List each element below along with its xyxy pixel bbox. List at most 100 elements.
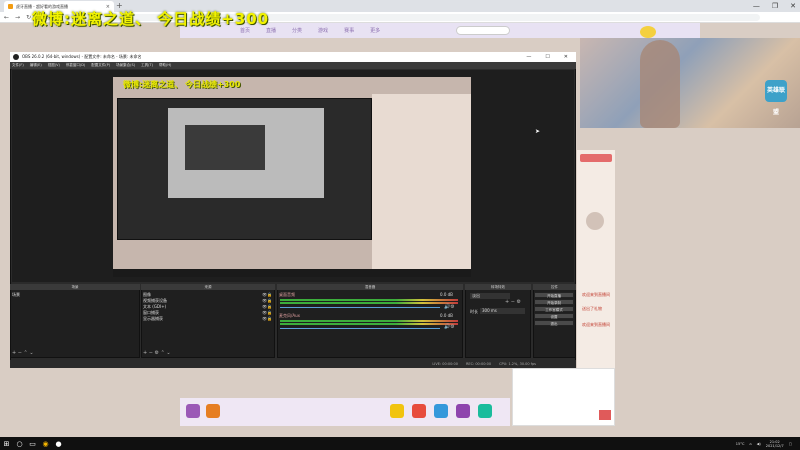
mixer-channel-name: 桌面音频 bbox=[279, 292, 295, 297]
system-tray: 15°C ⌂ ◀) 21:02 2021/12/7 ▢ bbox=[736, 440, 800, 448]
volume-slider[interactable] bbox=[280, 307, 440, 308]
menu-item[interactable]: 停靠窗口(D) bbox=[66, 63, 85, 68]
source-tools[interactable]: + − ⚙ ⌃ ⌄ bbox=[143, 350, 171, 356]
obs-minimize-button[interactable]: — bbox=[526, 54, 531, 60]
clock-date: 2021/12/7 bbox=[765, 443, 784, 448]
mixer-channel-name: 麦克风/Aux bbox=[279, 313, 300, 318]
speaker-icon[interactable]: 🔊⚙ bbox=[444, 304, 455, 310]
obs-close-button[interactable]: ✕ bbox=[564, 54, 568, 60]
start-streaming-button[interactable]: 开始直播 bbox=[534, 292, 574, 298]
site-search-input[interactable] bbox=[456, 26, 510, 35]
task-view-icon[interactable]: ▭ bbox=[26, 437, 39, 450]
exit-button[interactable]: 退出 bbox=[534, 320, 574, 326]
weather-text: 15°C bbox=[735, 441, 745, 446]
settings-button[interactable]: 设置 bbox=[534, 313, 574, 319]
menu-item[interactable]: 视图(V) bbox=[48, 63, 60, 68]
gift-icon[interactable] bbox=[434, 404, 448, 418]
mixer-title: 混音器 bbox=[277, 284, 463, 290]
user-avatar[interactable] bbox=[640, 26, 656, 38]
obs-title: OBS 26.0.2 (64-bit, windows) - 配置文件: 未命名… bbox=[22, 54, 142, 59]
status-cpu: CPU: 1.2%, 30.00 fps bbox=[499, 362, 536, 366]
tab-favicon-icon bbox=[8, 4, 13, 9]
mixer-channel-db: 0.0 dB bbox=[440, 313, 453, 318]
minimize-button[interactable]: — bbox=[753, 0, 760, 12]
network-icon[interactable]: ⌂ bbox=[749, 442, 751, 446]
banner-logo: 英雄联盟 bbox=[765, 80, 787, 116]
audio-meter bbox=[280, 320, 458, 322]
scenes-title: 场景 bbox=[10, 284, 140, 290]
speaker-icon[interactable]: 🔊⚙ bbox=[444, 324, 455, 330]
status-live: LIVE: 00:00:00 bbox=[432, 362, 458, 366]
gift-icon[interactable] bbox=[186, 404, 200, 418]
forward-icon[interactable]: → bbox=[15, 14, 20, 21]
back-icon[interactable]: ← bbox=[4, 14, 9, 21]
volume-slider[interactable] bbox=[280, 328, 440, 329]
nav-item[interactable]: 更多 bbox=[370, 27, 380, 34]
obs-titlebar: OBS 26.0.2 (64-bit, windows) - 配置文件: 未命名… bbox=[10, 52, 576, 62]
mixer-channel-db: 0.0 dB bbox=[440, 292, 453, 297]
duration-label: 时长 bbox=[470, 309, 478, 314]
menu-item[interactable]: 文件(F) bbox=[12, 63, 24, 68]
mouse-cursor-icon: ➤ bbox=[535, 128, 541, 135]
windows-start-icon[interactable]: ⊞ bbox=[0, 437, 13, 450]
source-item[interactable]: 显示器捕获 bbox=[143, 316, 163, 322]
start-recording-button[interactable]: 开始录制 bbox=[534, 299, 574, 305]
obs-taskbar-icon[interactable]: ● bbox=[52, 437, 65, 450]
status-rec: REC: 00:00:00 bbox=[465, 362, 492, 366]
window-controls: — ❐ ✕ bbox=[753, 0, 796, 12]
maximize-button[interactable]: ❐ bbox=[772, 0, 778, 12]
chat-send-button[interactable] bbox=[599, 410, 611, 420]
audio-meter bbox=[280, 299, 458, 301]
obs-logo-icon bbox=[13, 54, 19, 60]
audio-meter bbox=[280, 302, 458, 304]
menu-item[interactable]: 工具(T) bbox=[141, 63, 153, 68]
gift-icon[interactable] bbox=[456, 404, 470, 418]
studio-mode-button[interactable]: 工作室模式 bbox=[534, 306, 574, 312]
preview-taskbar bbox=[113, 269, 471, 277]
preview-overlay-text: 微博:迷离之道、 今日战绩+300 bbox=[123, 80, 241, 89]
sources-title: 来源 bbox=[141, 284, 275, 290]
menu-item[interactable]: 配置文件(P) bbox=[91, 63, 110, 68]
scene-tools[interactable]: + − ⌃ ⌄ bbox=[12, 350, 34, 356]
gift-icon[interactable] bbox=[412, 404, 426, 418]
notification-icon[interactable]: ▢ bbox=[789, 442, 792, 446]
gift-icon[interactable] bbox=[206, 404, 220, 418]
nav-item[interactable]: 游戏 bbox=[318, 27, 328, 34]
chrome-icon[interactable]: ◉ bbox=[39, 437, 52, 450]
obs-menubar: 文件(F) 编辑(E) 视图(V) 停靠窗口(D) 配置文件(P) 场景集合(S… bbox=[10, 62, 576, 69]
volume-icon[interactable]: ◀) bbox=[757, 442, 761, 446]
transitions-title: 转场特效 bbox=[465, 284, 531, 290]
chat-panel bbox=[577, 150, 615, 380]
stream-overlay-text: 微博:迷离之道、 今日战绩+300 bbox=[32, 10, 270, 28]
obs-maximize-button[interactable]: ☐ bbox=[545, 54, 549, 60]
menu-item[interactable]: 场景集合(S) bbox=[116, 63, 135, 68]
search-icon[interactable]: ○ bbox=[13, 437, 26, 450]
windows-taskbar: ⊞ ○ ▭ ◉ ● 15°C ⌂ ◀) 21:02 2021/12/7 ▢ bbox=[0, 437, 800, 450]
duration-input[interactable]: 300 ms bbox=[480, 308, 525, 314]
reload-icon[interactable]: ↻ bbox=[26, 14, 31, 21]
nav-item[interactable]: 分类 bbox=[292, 27, 302, 34]
preview-nested-inner2 bbox=[185, 125, 265, 170]
menu-item[interactable]: 编辑(E) bbox=[30, 63, 42, 68]
menu-item[interactable]: 帮助(H) bbox=[159, 63, 171, 68]
transition-tools[interactable]: + − ⚙ bbox=[505, 299, 521, 305]
scenes-dock bbox=[10, 284, 140, 358]
streamer-avatar bbox=[586, 212, 604, 230]
audio-meter bbox=[280, 323, 458, 325]
gift-bar bbox=[180, 398, 510, 426]
chat-message: 送出了礼物 bbox=[582, 306, 602, 311]
preview-webpage bbox=[372, 94, 471, 274]
nav-item[interactable]: 赛事 bbox=[344, 27, 354, 34]
clock[interactable]: 21:02 2021/12/7 bbox=[766, 440, 784, 448]
banner-character bbox=[640, 40, 680, 128]
gift-icon[interactable] bbox=[478, 404, 492, 418]
chat-header-badge bbox=[580, 154, 612, 162]
transition-select[interactable]: 淡出 bbox=[470, 293, 510, 299]
gift-icon[interactable] bbox=[390, 404, 404, 418]
controls-title: 控件 bbox=[533, 284, 576, 290]
close-button[interactable]: ✕ bbox=[790, 0, 796, 12]
source-visibility-icons[interactable]: 👁🔒 👁🔒 👁🔒 👁🔒 👁🔒 bbox=[262, 292, 272, 322]
scene-item[interactable]: 场景 bbox=[12, 292, 20, 298]
obs-statusbar: LIVE: 00:00:00 REC: 00:00:00 CPU: 1.2%, … bbox=[10, 360, 576, 368]
chat-message: 欢迎来到直播间 bbox=[582, 322, 610, 327]
